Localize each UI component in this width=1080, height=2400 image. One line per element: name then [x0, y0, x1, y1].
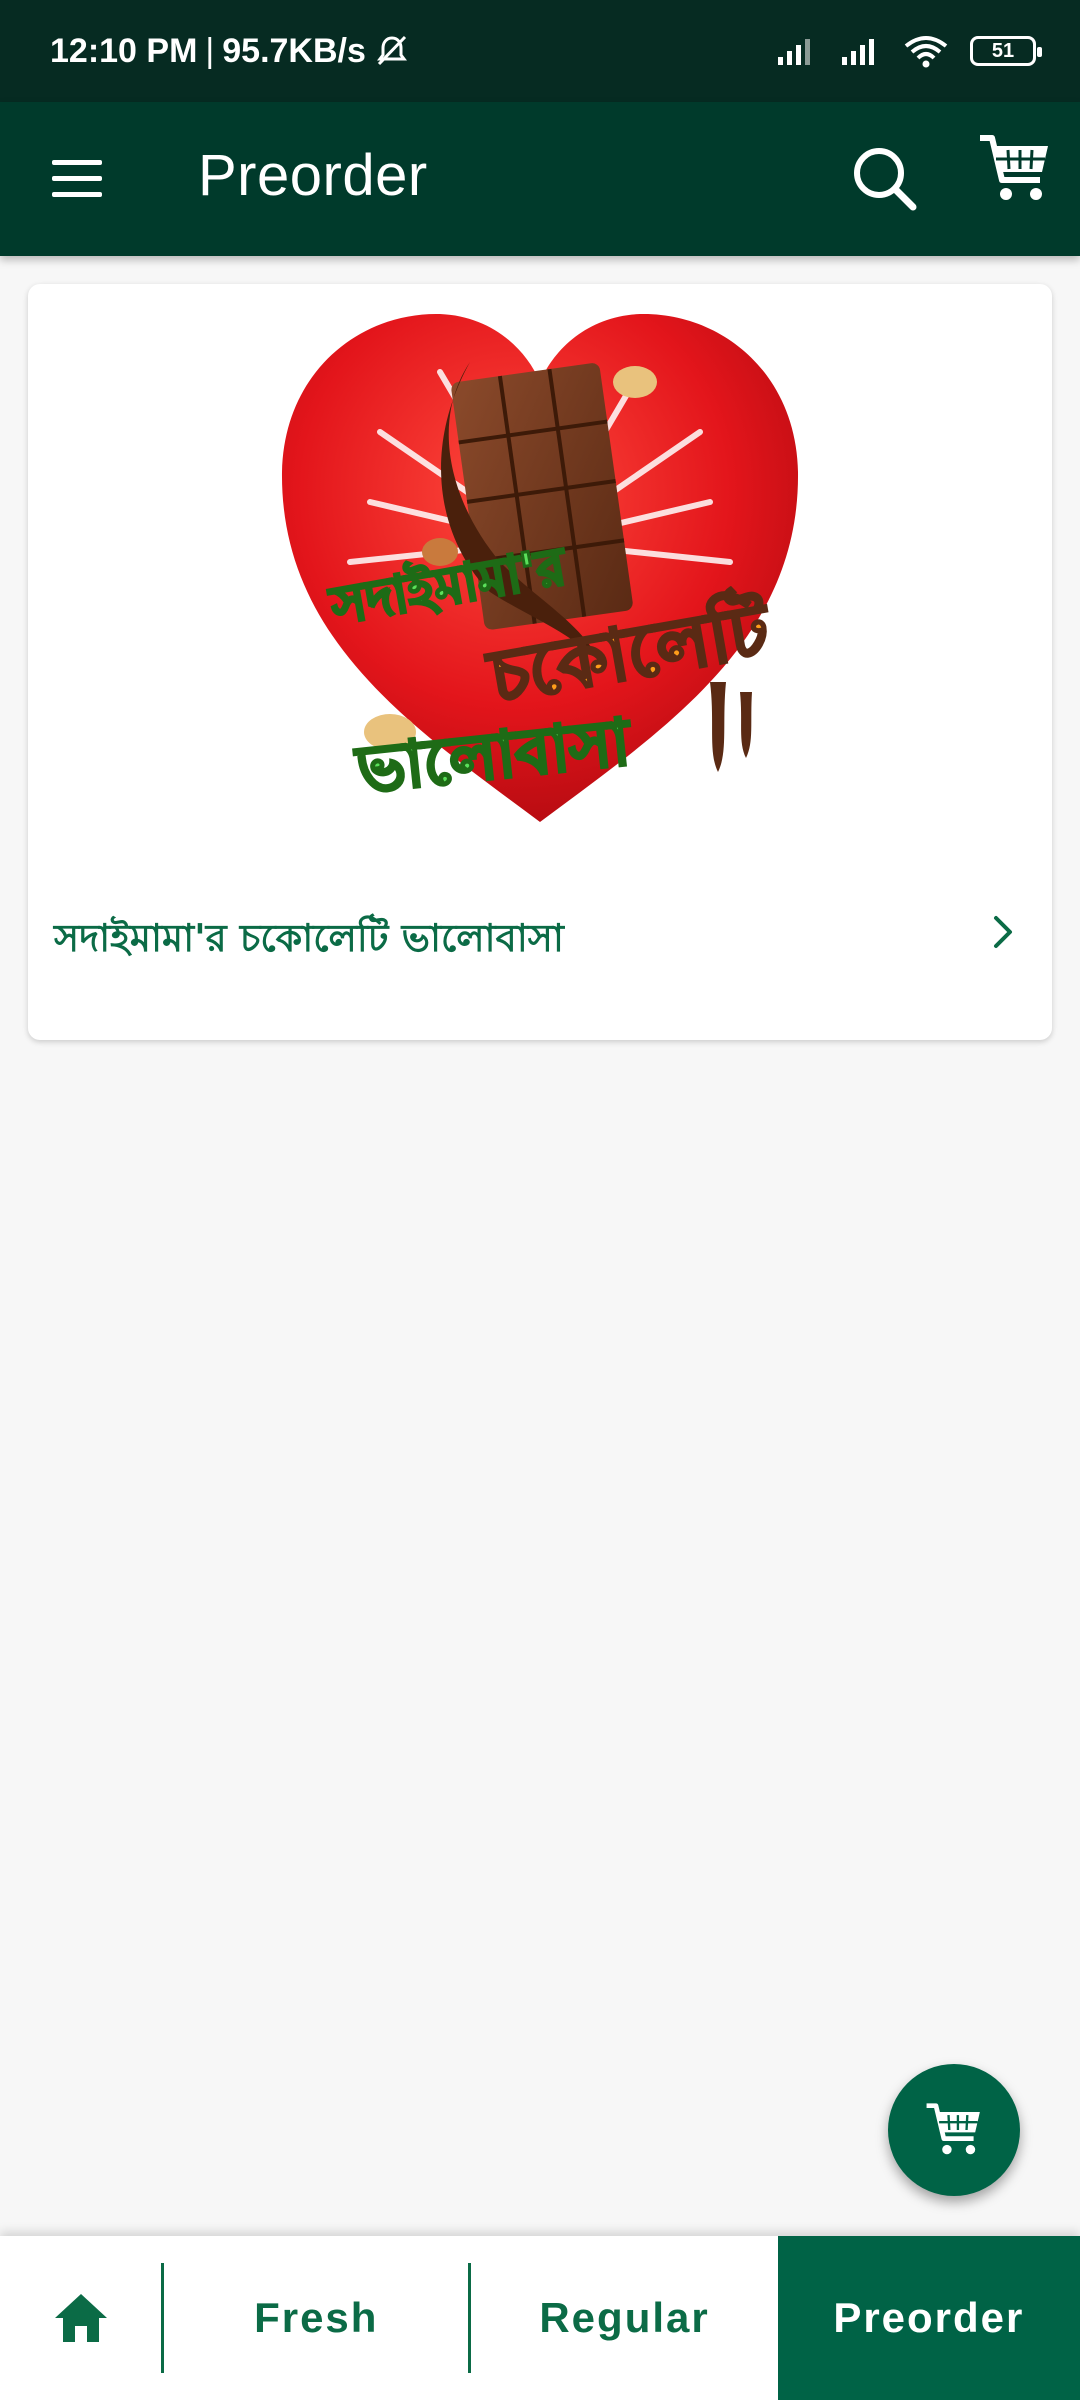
product-card[interactable]: সদাইমামা'র চকোলেটি ভালোবাসা সদাইমামা'র চ… [28, 284, 1052, 1040]
wifi-icon [904, 36, 948, 68]
nav-fresh[interactable]: Fresh [164, 2236, 468, 2400]
cart-icon [980, 135, 1048, 200]
product-image: সদাইমামা'র চকোলেটি ভালোবাসা [281, 313, 799, 822]
add-to-cart-icon [926, 2103, 980, 2155]
search-button[interactable] [850, 144, 920, 214]
nav-home[interactable] [0, 2236, 161, 2400]
battery-level: 51 [991, 39, 1015, 62]
cart-button[interactable] [978, 132, 1052, 206]
home-icon [54, 2294, 107, 2342]
floating-cart-button[interactable] [888, 2064, 1020, 2196]
status-time: 12:10 PM [50, 31, 198, 70]
menu-button[interactable] [52, 160, 102, 200]
status-network-speed: 95.7KB/s [222, 31, 366, 70]
chevron-right-icon [994, 916, 1012, 948]
status-separator: | [205, 31, 215, 70]
product-title: সদাইমামা'র চকোলেটি ভালোবাসা [54, 916, 564, 960]
page-title: Preorder [198, 143, 428, 208]
search-icon [854, 148, 917, 211]
nav-preorder[interactable]: Preorder [777, 2236, 1080, 2400]
status-left: 12:10 PM | 95.7KB/s [50, 32, 410, 71]
app-bar: Preorder [0, 102, 1080, 256]
nav-regular[interactable]: Regular [471, 2236, 777, 2400]
notification-muted-icon [376, 35, 407, 66]
menu-icon [52, 160, 102, 197]
signal-icon-2 [842, 39, 874, 65]
bottom-navigation: Fresh Regular Preorder [0, 2236, 1080, 2400]
battery-indicator: 51 [970, 36, 1042, 66]
status-right: 51 [776, 34, 1042, 68]
signal-icon [778, 39, 810, 65]
status-bar: 12:10 PM | 95.7KB/s 51 [0, 0, 1080, 102]
